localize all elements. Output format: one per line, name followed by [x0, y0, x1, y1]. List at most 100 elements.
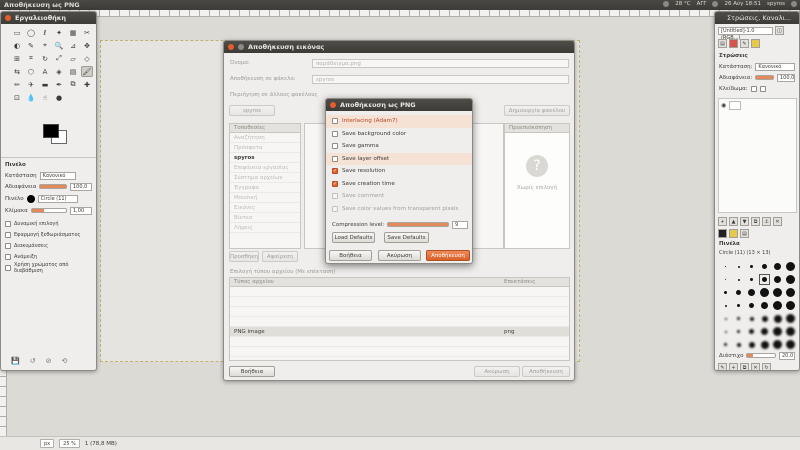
unchecked-checkbox[interactable]	[332, 193, 338, 200]
png-cancel-button[interactable]: Ακύρωση	[378, 250, 421, 261]
undo-tab-icon[interactable]	[751, 39, 760, 48]
user-name[interactable]: spyros	[767, 1, 785, 7]
pencil-icon[interactable]: ✏	[11, 79, 23, 90]
bucket-fill-icon[interactable]: ◈	[53, 66, 65, 77]
brush-preset[interactable]	[746, 261, 757, 272]
delete-icon[interactable]: ⊘	[46, 357, 52, 365]
place-item[interactable]: Εικόνες	[230, 203, 300, 213]
brush-preset[interactable]	[759, 326, 770, 337]
opacity-value[interactable]: 100,0	[70, 182, 92, 191]
png-option[interactable]: Save layer offset	[326, 152, 472, 165]
brush-preset[interactable]	[759, 261, 770, 272]
brush-preset[interactable]	[720, 287, 731, 298]
filename-input[interactable]: παράδειγμα.png	[312, 59, 569, 68]
save-defaults-button[interactable]: Save Defaults	[384, 232, 429, 243]
place-item[interactable]: Επιφάνεια εργασίας	[230, 163, 300, 173]
paths-icon[interactable]: ✎	[25, 40, 37, 51]
opacity-slider[interactable]	[39, 184, 67, 189]
flip-icon[interactable]: ⇆	[11, 66, 23, 77]
export-save-button[interactable]: Αποθήκευση	[522, 366, 570, 377]
filetype-expander[interactable]: Επιλογή τύπου αρχείου (Με επέκταση)	[230, 269, 335, 275]
heal-icon[interactable]: ✚	[81, 79, 93, 90]
brush-preset[interactable]	[759, 339, 770, 350]
brush-preset[interactable]	[785, 261, 796, 272]
paintbrush-icon[interactable]: 🖌	[81, 66, 93, 77]
brush-preset[interactable]	[733, 287, 744, 298]
brushes-tab-icon[interactable]	[718, 229, 727, 238]
place-item[interactable]: Μουσική	[230, 193, 300, 203]
brush-preview-icon[interactable]	[26, 194, 35, 203]
filetype-row[interactable]	[230, 297, 569, 307]
spacing-value[interactable]: 20,0	[779, 351, 795, 360]
brush-preset[interactable]	[759, 287, 770, 298]
align-icon[interactable]: ⊞	[11, 53, 23, 64]
brush-preset[interactable]	[720, 300, 731, 311]
checked-checkbox[interactable]: ✓	[332, 168, 338, 175]
brush-preset[interactable]	[772, 313, 783, 324]
ellipse-select-icon[interactable]: ◯	[25, 27, 37, 38]
brush-preset[interactable]	[720, 313, 731, 324]
brush-preset[interactable]	[746, 274, 757, 285]
place-item[interactable]: Αναζήτηση	[230, 133, 300, 143]
measure-icon[interactable]: ⊿	[67, 40, 79, 51]
airbrush-icon[interactable]: ✈	[25, 79, 37, 90]
visibility-eye-icon[interactable]: ◉	[721, 102, 726, 109]
png-help-button[interactable]: Βοήθεια	[329, 250, 372, 261]
export-titlebar[interactable]: Αποθήκευση εικόνας	[224, 41, 574, 53]
eraser-icon[interactable]: ▬	[39, 79, 51, 90]
brush-preset[interactable]	[785, 339, 796, 350]
blur-icon[interactable]: 💧	[25, 92, 37, 103]
place-item[interactable]: Πρόσφατα	[230, 143, 300, 153]
brush-grid[interactable]	[715, 258, 799, 353]
brush-name[interactable]: Circle (11)	[37, 194, 78, 203]
brush-preset[interactable]	[759, 274, 770, 285]
close-icon[interactable]	[228, 44, 234, 50]
layer-row[interactable]: ◉	[719, 99, 796, 112]
gradients-tab-icon[interactable]: ▤	[740, 229, 749, 238]
create-folder-button[interactable]: Δημιουργία φακέλου	[504, 105, 570, 116]
filetype-row[interactable]	[230, 337, 569, 347]
col-filetype[interactable]: Τύπος αρχείου	[234, 278, 504, 286]
folder-select[interactable]: spyros	[312, 75, 569, 84]
brush-preset[interactable]	[772, 326, 783, 337]
channels-tab-icon[interactable]	[729, 39, 738, 48]
png-save-button[interactable]: Αποθήκευση	[426, 250, 470, 261]
color-picker-icon[interactable]: ⌖	[39, 40, 51, 51]
fuzzy-select-icon[interactable]: ✦	[53, 27, 65, 38]
paint-option[interactable]: Χρήση χρώματος από διαβάθμιση	[1, 262, 96, 274]
paint-option-checkbox[interactable]	[5, 242, 11, 249]
place-item[interactable]: spyros	[230, 153, 300, 163]
paint-option[interactable]: Ανάμειξη	[1, 251, 96, 262]
paint-option-checkbox[interactable]	[5, 253, 11, 260]
add-place-button[interactable]: Προσθήκη	[229, 251, 259, 262]
place-item[interactable]: Σύστημα αρχείων	[230, 173, 300, 183]
paint-option-checkbox[interactable]	[5, 264, 11, 271]
brush-preset[interactable]	[746, 339, 757, 350]
lower-layer-icon[interactable]: ▼	[740, 217, 749, 226]
smudge-icon[interactable]: ☝	[39, 92, 51, 103]
move-icon[interactable]: ✥	[81, 40, 93, 51]
brush-preset[interactable]	[772, 261, 783, 272]
spacing-slider[interactable]	[746, 353, 776, 358]
brush-preset[interactable]	[772, 287, 783, 298]
place-item[interactable]: Βίντεο	[230, 213, 300, 223]
lock-pixels-checkbox[interactable]	[750, 85, 757, 92]
foreground-color-swatch[interactable]	[43, 124, 59, 138]
brush-preset[interactable]	[733, 326, 744, 337]
filetype-row[interactable]	[230, 307, 569, 317]
browse-folders-expander[interactable]: Περιήγηση σε άλλους φακέλους	[230, 92, 318, 98]
brush-preset[interactable]	[746, 300, 757, 311]
perspective-icon[interactable]: ◇	[81, 53, 93, 64]
checked-checkbox[interactable]: ✓	[332, 180, 338, 187]
reset-icon[interactable]: ⟲	[61, 357, 67, 365]
paint-option[interactable]: Εφαρμογή ξεθωριάσματος	[1, 229, 96, 240]
brush-preset[interactable]	[733, 300, 744, 311]
brush-preset[interactable]	[772, 339, 783, 350]
brush-preset[interactable]	[759, 300, 770, 311]
new-brush-icon[interactable]: +	[729, 363, 738, 370]
unchecked-checkbox[interactable]	[332, 130, 338, 137]
network-icon[interactable]	[663, 1, 670, 7]
keyboard-lang[interactable]: ΑΓΓ	[697, 1, 707, 7]
rect-select-icon[interactable]: ▭	[11, 27, 23, 38]
crop-icon[interactable]: ⌗	[25, 53, 37, 64]
